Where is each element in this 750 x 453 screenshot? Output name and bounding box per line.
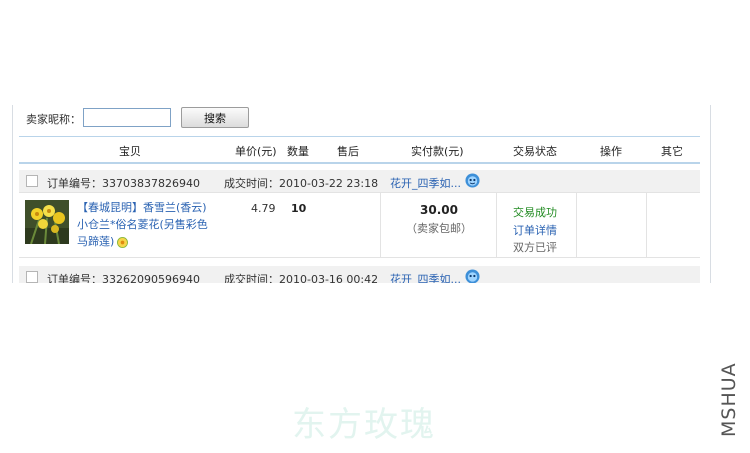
- order-detail-link[interactable]: 订单详情: [513, 222, 557, 238]
- column-divider: [646, 193, 647, 257]
- column-item: 宝贝: [119, 145, 141, 158]
- order-body: 【春城昆明】香雪兰(香云)小仓兰*俗名菱花(另售彩色马蹄莲) 4.79 10 3…: [19, 193, 700, 258]
- seller-nickname-label: 卖家昵称：: [26, 113, 81, 126]
- shop-link[interactable]: 花开_四季如...: [390, 175, 461, 191]
- order-list-panel: 卖家昵称： 搜索 宝贝 单价(元) 数量 售后 实付款(元) 交易状态 操作 其…: [12, 105, 711, 283]
- wangwang-chat-icon[interactable]: [465, 173, 480, 188]
- item-title-text[interactable]: 【春城昆明】香雪兰(香云)小仓兰*俗名菱花(另售彩色马蹄莲): [77, 201, 208, 248]
- order-bar: 订单编号：33262090596940 成交时间：2010-03-16 00:4…: [19, 266, 700, 283]
- watermark-text: 东方玫瑰: [292, 405, 436, 445]
- unit-price: 4.79: [251, 202, 276, 215]
- column-other: 其它: [661, 145, 683, 158]
- order-checkbox[interactable]: [26, 271, 38, 283]
- search-row: 卖家昵称： 搜索: [13, 105, 710, 135]
- table-header: 宝贝 单价(元) 数量 售后 实付款(元) 交易状态 操作 其它: [19, 136, 700, 164]
- side-watermark-text: MSHUA: [718, 362, 740, 437]
- flower-badge-icon: [117, 236, 129, 248]
- order-bar: 订单编号：33703837826940 成交时间：2010-03-22 23:1…: [19, 170, 700, 193]
- column-divider: [380, 193, 381, 257]
- side-watermark: MSHUA: [718, 362, 740, 437]
- trade-status: 交易成功: [513, 206, 557, 219]
- order-number: 订单编号：33262090596940: [47, 273, 200, 283]
- item-thumbnail[interactable]: [25, 200, 69, 244]
- quantity: 10: [291, 202, 307, 215]
- order-number: 订单编号：33703837826940: [47, 177, 200, 190]
- column-quantity: 数量: [287, 145, 309, 158]
- column-divider: [576, 193, 577, 257]
- review-status: 双方已评: [513, 241, 557, 254]
- column-actions: 操作: [600, 145, 622, 158]
- column-divider: [496, 193, 497, 257]
- column-after-sale: 售后: [337, 145, 359, 158]
- shipping-note: （卖家包邮）: [406, 222, 472, 235]
- column-unit-price: 单价(元): [235, 145, 277, 158]
- seller-nickname-input[interactable]: [83, 108, 171, 127]
- deal-time: 成交时间：2010-03-16 00:42: [224, 273, 379, 283]
- wangwang-chat-icon[interactable]: [465, 269, 480, 283]
- order-checkbox[interactable]: [26, 175, 38, 187]
- column-status: 交易状态: [513, 145, 557, 158]
- item-title-link[interactable]: 【春城昆明】香雪兰(香云)小仓兰*俗名菱花(另售彩色马蹄莲): [77, 199, 217, 250]
- column-paid: 实付款(元): [411, 145, 464, 158]
- search-button[interactable]: 搜索: [181, 107, 249, 128]
- deal-time: 成交时间：2010-03-22 23:18: [224, 177, 379, 190]
- order-row: 订单编号：33262090596940 成交时间：2010-03-16 00:4…: [19, 266, 700, 283]
- order-row: 订单编号：33703837826940 成交时间：2010-03-22 23:1…: [19, 170, 700, 260]
- paid-amount: 30.00: [420, 203, 458, 217]
- shop-link[interactable]: 花开_四季如...: [390, 271, 461, 283]
